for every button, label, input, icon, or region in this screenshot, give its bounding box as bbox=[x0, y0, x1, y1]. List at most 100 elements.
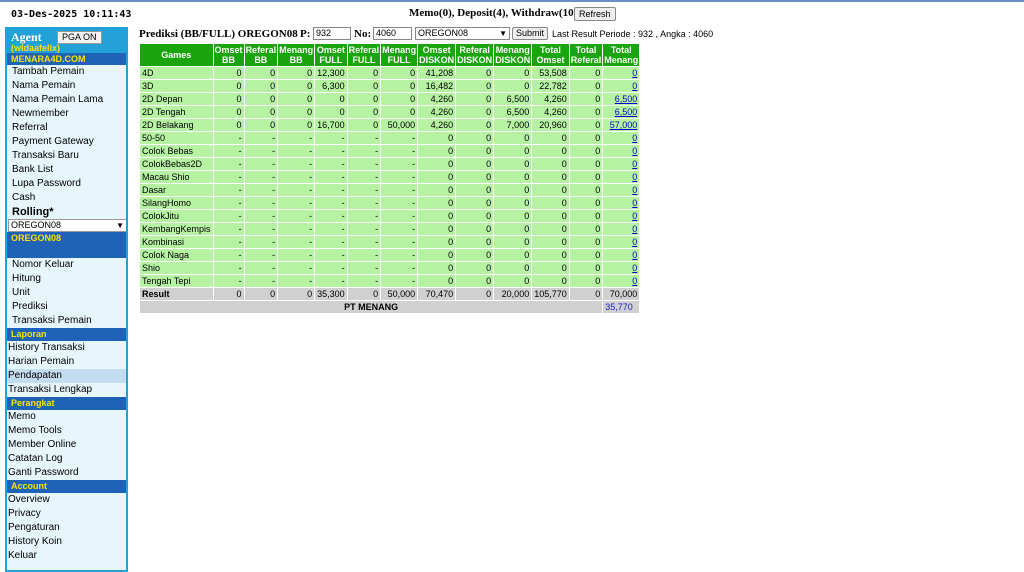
table-cell: 0 bbox=[314, 105, 348, 119]
table-cell: 0 bbox=[455, 79, 495, 93]
market-select[interactable]: OREGON08 ▼ bbox=[415, 27, 510, 40]
column-header-omset-full: Omset FULL bbox=[314, 43, 348, 67]
table-cell: - bbox=[212, 144, 245, 158]
sidebar-item-transaksi-baru[interactable]: Transaksi Baru bbox=[7, 149, 126, 163]
total-menang-link[interactable]: 0 bbox=[602, 79, 641, 93]
total-menang-link[interactable]: 0 bbox=[602, 209, 641, 223]
table-cell: 16,482 bbox=[417, 79, 457, 93]
table-cell: 0 bbox=[417, 131, 457, 145]
table-row: 2D Depan 0 0 0 0 0 0 4,260 0 6,500 4,260 0 6,500 bbox=[139, 92, 641, 106]
result-cell: 0 bbox=[346, 287, 382, 301]
total-menang-link[interactable]: 0 bbox=[602, 131, 641, 145]
table-cell: - bbox=[380, 170, 419, 184]
sidebar-item-keluar[interactable]: Keluar bbox=[7, 549, 126, 563]
refresh-button[interactable]: Refresh bbox=[574, 7, 616, 21]
sidebar-item-cash[interactable]: Cash bbox=[7, 191, 126, 205]
sidebar-item-nama-pemain-lama[interactable]: Nama Pemain Lama bbox=[7, 93, 126, 107]
table-cell: - bbox=[314, 248, 348, 262]
total-menang-link[interactable]: 0 bbox=[602, 66, 641, 80]
column-header-text: FULL bbox=[352, 55, 376, 65]
table-cell: - bbox=[212, 261, 245, 275]
total-menang-link[interactable]: 0 bbox=[602, 170, 641, 184]
sidebar-item-pendapatan[interactable]: Pendapatan bbox=[7, 369, 126, 383]
table-cell: - bbox=[314, 222, 348, 236]
total-menang-link[interactable]: 6,500 bbox=[602, 105, 641, 119]
sidebar-item-prediksi[interactable]: Prediksi bbox=[7, 300, 126, 314]
total-menang-link[interactable]: 0 bbox=[602, 248, 641, 262]
table-cell: 0 bbox=[277, 118, 316, 132]
memo-status[interactable]: Memo(0), Deposit(4), Withdraw(10) bbox=[409, 7, 577, 19]
total-menang-link[interactable]: 0 bbox=[602, 261, 641, 275]
sidebar-item-unit[interactable]: Unit bbox=[7, 286, 126, 300]
total-menang-link[interactable]: 6,500 bbox=[602, 92, 641, 106]
table-row: Macau Shio - - - - - -0 0 0 0 0 0 bbox=[139, 170, 641, 184]
table-cell: 0 bbox=[417, 196, 457, 210]
sidebar-item-ganti-password[interactable]: Ganti Password bbox=[7, 466, 126, 480]
total-menang-link[interactable]: 0 bbox=[602, 157, 641, 171]
pga-toggle-button[interactable]: PGA ON bbox=[57, 31, 102, 44]
sidebar-item-nomor-keluar[interactable]: Nomor Keluar bbox=[7, 258, 126, 272]
sidebar-item-transaksi-lengkap[interactable]: Transaksi Lengkap bbox=[7, 383, 126, 397]
pasaran-select[interactable]: OREGON08 ▼ bbox=[8, 219, 126, 232]
sidebar-item-history-koin[interactable]: History Koin bbox=[7, 535, 126, 549]
table-row: 50-50- - - - - -0 0 0 0 0 0 bbox=[139, 131, 641, 145]
table-cell: 0 bbox=[455, 222, 495, 236]
sidebar-item-memo-tools[interactable]: Memo Tools bbox=[7, 424, 126, 438]
table-cell: - bbox=[380, 235, 419, 249]
column-header-text: Games bbox=[161, 50, 192, 60]
total-menang-link[interactable]: 0 bbox=[602, 222, 641, 236]
total-menang-link[interactable]: 0 bbox=[602, 144, 641, 158]
column-header-text: Omset bbox=[422, 45, 451, 55]
sidebar-item-harian-pemain[interactable]: Harian Pemain bbox=[7, 355, 126, 369]
sidebar-item-overview[interactable]: Overview bbox=[7, 493, 126, 507]
sidebar-item-payment-gateway[interactable]: Payment Gateway bbox=[7, 135, 126, 149]
column-header-text: Menang bbox=[495, 45, 530, 55]
table-cell: - bbox=[212, 183, 245, 197]
table-cell: - bbox=[212, 196, 245, 210]
table-cell: 0 bbox=[243, 92, 279, 106]
sidebar-item-pengaturan[interactable]: Pengaturan bbox=[7, 521, 126, 535]
sidebar-item-privacy[interactable]: Privacy bbox=[7, 507, 126, 521]
sidebar-item-member-online[interactable]: Member Online bbox=[7, 438, 126, 452]
table-cell: 0 bbox=[531, 261, 570, 275]
sidebar-menu-laporan: History Transaksi Harian Pemain Pendapatan… bbox=[7, 341, 126, 397]
sidebar-item-hitung[interactable]: Hitung bbox=[7, 272, 126, 286]
column-header-text: Omset bbox=[214, 45, 243, 55]
sidebar-item-lupa-password[interactable]: Lupa Password bbox=[7, 177, 126, 191]
sidebar-item-catatan-log[interactable]: Catatan Log bbox=[7, 452, 126, 466]
result-label: Result bbox=[139, 287, 214, 301]
total-menang-link[interactable]: 0 bbox=[602, 274, 641, 288]
agent-header: Agent PGA ON (wldaafelix) bbox=[7, 29, 126, 53]
total-menang-link[interactable]: 0 bbox=[602, 235, 641, 249]
table-header-row: Games Omset BB Referal BB Menang BB Omset FULL Re… bbox=[139, 43, 641, 67]
table-cell: 0 bbox=[493, 209, 533, 223]
agent-username: (wldaafelix) bbox=[11, 43, 61, 53]
table-cell: 0 bbox=[493, 248, 533, 262]
table-row: 2D Belakang 0 0 0 16,700 0 50,000 4,260 0 7,000 20… bbox=[139, 118, 641, 132]
column-header-text: Total bbox=[610, 45, 632, 55]
chevron-down-icon: ▼ bbox=[499, 29, 507, 38]
sidebar-item-memo[interactable]: Memo bbox=[7, 410, 126, 424]
column-header-text: Referal bbox=[570, 55, 602, 65]
submit-button[interactable]: Submit bbox=[512, 27, 549, 40]
sidebar-item-nama-pemain[interactable]: Nama Pemain bbox=[7, 79, 126, 93]
sidebar-item-bank-list[interactable]: Bank List bbox=[7, 163, 126, 177]
table-row: KembangKempis - - - - - -0 0 0 0 0 0 bbox=[139, 222, 641, 236]
table-cell: - bbox=[380, 261, 419, 275]
prediksi-table: Games Omset BB Referal BB Menang BB Omset FULL Re… bbox=[138, 43, 641, 314]
sidebar-item-rolling[interactable]: Rolling* bbox=[7, 205, 126, 219]
sidebar-item-history-transaksi[interactable]: History Transaksi bbox=[7, 341, 126, 355]
column-header-text: FULL bbox=[387, 55, 411, 65]
sidebar-item-transaksi-pemain[interactable]: Transaksi Pemain bbox=[7, 314, 126, 328]
total-menang-link[interactable]: 0 bbox=[602, 196, 641, 210]
total-menang-link[interactable]: 0 bbox=[602, 183, 641, 197]
sidebar-item-referral[interactable]: Referral bbox=[7, 121, 126, 135]
periode-input[interactable]: 932 bbox=[313, 27, 351, 40]
total-menang-link[interactable]: 57,000 bbox=[602, 118, 641, 132]
table-cell: - bbox=[346, 248, 382, 262]
nomor-input[interactable]: 4060 bbox=[373, 27, 412, 40]
sidebar-item-newmember[interactable]: Newmember bbox=[7, 107, 126, 121]
pasaran-title: OREGON08 bbox=[7, 232, 126, 258]
column-header-menang-diskon: Menang DISKON bbox=[493, 43, 533, 67]
sidebar-item-tambah-pemain[interactable]: Tambah Pemain bbox=[7, 65, 126, 79]
